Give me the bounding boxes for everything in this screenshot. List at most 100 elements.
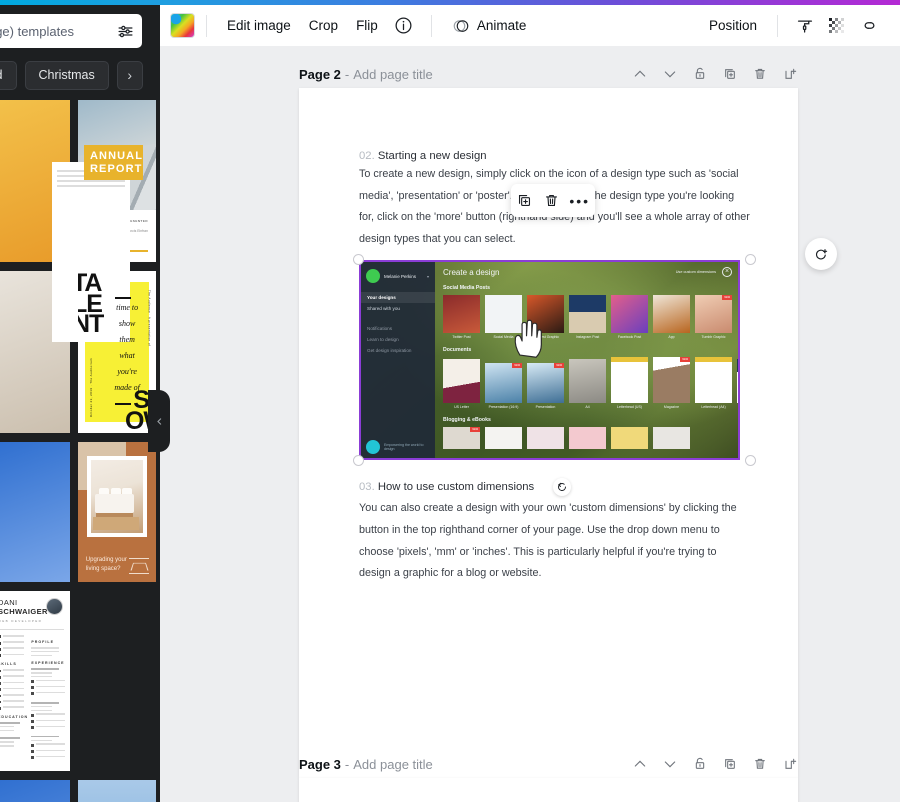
page-label: Page 2 [299,66,341,82]
element-context-toolbar[interactable]: ••• [511,184,595,217]
move-page-up-button[interactable] [630,755,649,774]
embedded-footer: Empowering the world to design [366,440,435,455]
selection-handle-bottom-right[interactable] [745,455,756,467]
living-caption: Upgrading your living space? [85,556,127,572]
info-circle-icon[interactable] [387,12,420,39]
embedded-card: A4 [569,359,606,409]
badge-new: NEW [554,363,564,369]
add-page-button[interactable] [805,238,837,270]
filter-sliders-icon[interactable] [117,23,134,40]
page-title-placeholder[interactable]: Add page title [353,757,433,772]
template-thumbnail-blue[interactable] [78,780,156,802]
template-row [0,780,160,802]
embedded-card [653,427,690,450]
top-gradient-bar [0,0,900,5]
edit-image-button[interactable]: Edit image [218,13,300,38]
embedded-card: Letterhead (A4) [695,357,732,409]
embedded-nav-learn-to-design: Learn to design [367,337,399,343]
export-page-button[interactable] [780,755,799,774]
animate-button[interactable]: Animate [443,12,536,40]
embedded-card: NEW Résumé [737,359,738,409]
annual-report-title: ANNUAL REPORT [84,145,144,180]
page-title-placeholder[interactable]: Add page title [353,67,433,82]
move-page-down-button[interactable] [660,755,679,774]
template-row: TALENT time toshowthemwhatyou'remade of … [0,271,160,433]
more-dots-icon[interactable]: ••• [569,194,590,208]
paint-roller-icon[interactable] [789,13,821,39]
animate-label: Animate [476,18,527,33]
element-toolbar: Edit image Crop Flip Animate Position [160,5,900,46]
badge-new: NEW [470,427,480,433]
living-photo [91,460,143,534]
export-page-button[interactable] [780,65,799,84]
embedded-card: NEW [443,427,480,450]
chevron-left-icon [156,417,161,425]
delete-element-button[interactable] [543,192,560,209]
delete-page-button[interactable] [750,755,769,774]
embedded-nav-notifications: Notifications [367,326,393,332]
link-icon[interactable] [853,12,886,39]
editor-canvas-area[interactable]: Page 2 - Add page title 02. Starting a n… [160,46,900,802]
page-separator: - [344,756,350,772]
rotate-element-button[interactable] [553,478,572,497]
embedded-nav-shared-with-you: Shared with you [367,306,400,312]
flip-button[interactable]: Flip [347,13,387,38]
duplicate-page-button[interactable] [720,755,739,774]
delete-page-button[interactable] [750,65,769,84]
page-actions [630,65,799,84]
page-header-3: Page 3 - Add page title [299,750,799,778]
badge-new: NEW [680,357,690,363]
template-thumbnail-living-space[interactable]: Upgrading your living space? [78,442,156,582]
toolbar-divider [206,14,207,37]
embedded-card [527,427,564,450]
close-circle-icon: × [722,267,732,278]
selection-handle-top-right[interactable] [745,254,756,266]
embedded-image-container[interactable]: Melanie Perkins ▾ Your designs Shared wi… [353,254,756,467]
embedded-card: NEW Magazine [653,357,690,409]
embedded-card [485,427,522,450]
transparency-checker-icon[interactable] [821,13,853,39]
duplicate-page-button[interactable] [720,65,739,84]
lock-page-button[interactable] [690,65,709,84]
resume-skills-heading: SKILLS [0,662,17,667]
template-thumbnail-resume[interactable]: DANI SCHWAIGER WEB DEVELOPER SKILLS [0,591,70,771]
animate-circles-icon [452,17,470,35]
template-thumbnail-partial[interactable] [0,442,70,582]
toolbar-divider [430,14,432,37]
chip-christmas[interactable]: Christmas [24,60,109,90]
template-thumbnail-list[interactable]: ANNUAL REPORT PREPARED BY Joseph Sanjuli… [0,100,160,802]
embedded-nav-your-designs: Your designs [361,292,435,304]
rainbow-color-swatch[interactable] [170,13,195,38]
page-3-canvas[interactable] [299,778,798,802]
badge-new: NEW [512,363,522,369]
section-03-body: You can also create a design with your o… [359,502,737,580]
embedded-card: NEW Presentation [527,363,564,409]
move-page-up-button[interactable] [630,65,649,84]
search-input[interactable]: ad (Large) templates [0,14,142,48]
panel-collapse-handle[interactable] [148,390,170,452]
chevron-down-icon: ▾ [426,273,429,279]
search-row: ad (Large) templates [0,14,142,48]
embedded-card: Facebook Post [611,295,648,339]
section-03-heading: 03. How to use custom dimensions [359,478,750,497]
resume-experience-heading: EXPERIENCE [31,661,65,666]
move-page-down-button[interactable] [660,65,679,84]
template-thumbnail-partial[interactable] [0,780,70,802]
canva-create-a-design-screenshot[interactable]: Melanie Perkins ▾ Your designs Shared wi… [359,260,740,461]
crop-button[interactable]: Crop [300,13,347,38]
section-02-heading: 02. Starting a new design [359,150,487,162]
lock-page-button[interactable] [690,755,709,774]
talent-dash-bottom [114,402,131,406]
chip-food[interactable]: Food [0,60,17,90]
duplicate-element-button[interactable] [516,192,533,209]
position-button[interactable]: Position [700,13,766,38]
resume-education-heading: EDUCATION [0,715,29,720]
embedded-card [611,427,648,450]
search-input-value: ad (Large) templates [0,23,74,39]
embedded-section-title-blogging: Blogging & eBooks [443,417,491,424]
toolbar-divider [777,14,778,37]
chips-next-arrow-icon[interactable]: › [116,60,143,90]
add-page-rotate-icon [815,248,827,259]
page-separator: - [344,66,350,82]
canva-editor-window: ad (Large) templates Food Christmas › [0,0,900,802]
